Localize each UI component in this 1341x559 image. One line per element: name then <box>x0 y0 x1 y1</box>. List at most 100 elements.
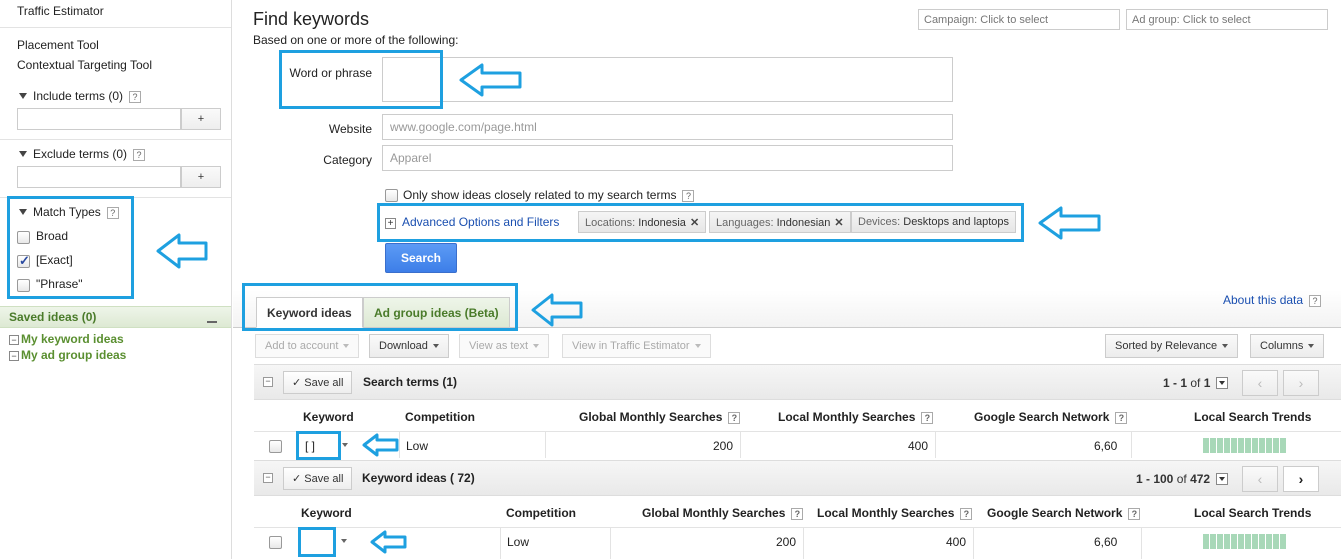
include-terms-add-button[interactable]: + <box>181 108 221 130</box>
left-arrow-icon <box>156 233 208 269</box>
col-google-search-network[interactable]: Google Search Network? <box>974 410 1128 424</box>
exclude-terms-label: Exclude terms (0) <box>33 147 128 161</box>
collapse-icon[interactable]: − <box>263 377 273 387</box>
view-in-traffic-estimator-button[interactable]: View in Traffic Estimator <box>562 334 711 358</box>
column-divider <box>740 432 741 458</box>
col-local-monthly[interactable]: Local Monthly Searches? <box>778 410 934 424</box>
help-icon[interactable]: ? <box>129 91 142 103</box>
include-terms-input[interactable] <box>17 108 181 130</box>
prev-page-button[interactable]: ‹ <box>1242 466 1278 492</box>
col-global-monthly[interactable]: Global Monthly Searches? <box>642 506 804 520</box>
global-cell: 200 <box>776 535 797 549</box>
tree-item-my-keyword-ideas[interactable]: − My keyword ideas <box>9 332 124 346</box>
left-arrow-icon <box>370 530 407 554</box>
col-label: Global Monthly Searches <box>579 410 723 424</box>
collapse-icon[interactable]: − <box>9 335 19 345</box>
search-terms-title: Search terms (1) <box>363 375 458 389</box>
pager-total: 472 <box>1190 472 1211 486</box>
pager-dropdown-icon[interactable] <box>1216 473 1228 485</box>
help-icon[interactable]: ? <box>791 508 804 520</box>
column-divider <box>935 432 936 458</box>
button-label: Sorted by Relevance <box>1115 340 1218 352</box>
help-icon[interactable]: ? <box>1128 508 1141 520</box>
help-icon[interactable]: ? <box>1309 295 1322 307</box>
row-checkbox[interactable] <box>269 536 282 549</box>
row-divider <box>254 527 1341 528</box>
prev-page-button[interactable]: ‹ <box>1242 370 1278 396</box>
button-label: Columns <box>1260 340 1304 352</box>
expand-triangle-icon <box>19 151 27 157</box>
collapse-icon[interactable]: − <box>263 473 273 483</box>
col-keyword[interactable]: Keyword <box>301 506 352 520</box>
column-divider <box>1131 432 1132 458</box>
exclude-terms-toggle[interactable]: Exclude terms (0)? <box>19 147 146 161</box>
col-global-monthly[interactable]: Global Monthly Searches? <box>579 410 741 424</box>
sidebar-link-placement-tool[interactable]: Placement Tool <box>17 38 99 52</box>
save-all-button[interactable]: ✓ Save all <box>283 467 353 490</box>
sidebar-divider <box>0 27 231 28</box>
include-terms-toggle[interactable]: Include terms (0)? <box>19 89 142 103</box>
check-icon: ✓ <box>292 377 302 389</box>
col-google-search-network[interactable]: Google Search Network? <box>987 506 1141 520</box>
download-button[interactable]: Download <box>369 334 449 358</box>
sidebar-divider <box>0 139 231 140</box>
col-keyword[interactable]: Keyword <box>303 410 354 424</box>
left-arrow-icon <box>459 63 522 97</box>
col-local-monthly[interactable]: Local Monthly Searches? <box>817 506 973 520</box>
col-local-search-trends[interactable]: Local Search Trends <box>1194 410 1311 424</box>
next-page-button[interactable]: › <box>1283 466 1319 492</box>
chevron-down-icon <box>533 344 540 348</box>
view-as-text-button[interactable]: View as text <box>459 334 550 358</box>
button-label: View in Traffic Estimator <box>572 340 690 352</box>
pager-text: 1 - 100 of 472 <box>1136 472 1210 486</box>
collapse-icon[interactable]: − <box>9 351 19 361</box>
add-to-account-button[interactable]: Add to account <box>255 334 360 358</box>
campaign-select[interactable]: Campaign: Click to select <box>918 9 1120 30</box>
only-show-label: Only show ideas closely related to my se… <box>403 188 695 202</box>
website-input[interactable]: www.google.com/page.html <box>382 114 953 140</box>
pager-of: of <box>1190 376 1201 390</box>
column-divider <box>973 528 974 559</box>
only-show-text: Only show ideas closely related to my se… <box>403 188 677 202</box>
saved-ideas-header[interactable]: Saved ideas (0) <box>0 306 231 328</box>
chevron-down-icon[interactable] <box>342 443 348 447</box>
sidebar-link-traffic-estimator[interactable]: Traffic Estimator <box>17 4 104 18</box>
help-icon[interactable]: ? <box>921 412 934 424</box>
help-icon[interactable]: ? <box>728 412 741 424</box>
competition-cell: Low <box>406 439 429 453</box>
minimize-icon[interactable] <box>207 321 217 323</box>
exclude-terms-input[interactable] <box>17 166 181 188</box>
tree-item-my-adgroup-ideas[interactable]: − My ad group ideas <box>9 348 126 362</box>
help-icon[interactable]: ? <box>133 149 146 161</box>
col-competition[interactable]: Competition <box>405 410 475 424</box>
button-label: Add to account <box>265 340 339 352</box>
help-icon[interactable]: ? <box>1115 412 1128 424</box>
exclude-terms-add-button[interactable]: + <box>181 166 221 188</box>
col-label: Local Monthly Searches <box>817 506 955 520</box>
col-label: Local Monthly Searches <box>778 410 916 424</box>
highlight-box <box>377 203 1024 242</box>
search-button[interactable]: Search <box>385 243 457 273</box>
category-input[interactable]: Apparel <box>382 145 953 171</box>
adgroup-select[interactable]: Ad group: Click to select <box>1126 9 1328 30</box>
sort-button[interactable]: Sorted by Relevance <box>1105 334 1239 358</box>
col-competition[interactable]: Competition <box>506 506 576 520</box>
chevron-down-icon[interactable] <box>341 539 347 543</box>
col-label: Google Search Network <box>974 410 1110 424</box>
col-label: Google Search Network <box>987 506 1123 520</box>
columns-button[interactable]: Columns <box>1250 334 1325 358</box>
sidebar-link-contextual-targeting[interactable]: Contextual Targeting Tool <box>17 58 152 72</box>
help-icon[interactable]: ? <box>682 190 695 202</box>
column-divider <box>545 432 546 458</box>
next-page-button[interactable]: › <box>1283 370 1319 396</box>
page-subtitle: Based on one or more of the following: <box>253 33 459 47</box>
row-checkbox[interactable] <box>269 440 282 453</box>
help-icon[interactable]: ? <box>960 508 973 520</box>
about-data-link[interactable]: About this data? <box>1223 293 1322 307</box>
button-label: Save all <box>304 377 344 389</box>
col-local-search-trends[interactable]: Local Search Trends <box>1194 506 1311 520</box>
column-divider <box>1141 528 1142 559</box>
pager-dropdown-icon[interactable] <box>1216 377 1228 389</box>
save-all-button[interactable]: ✓ Save all <box>283 371 353 394</box>
only-show-checkbox[interactable] <box>385 189 398 202</box>
